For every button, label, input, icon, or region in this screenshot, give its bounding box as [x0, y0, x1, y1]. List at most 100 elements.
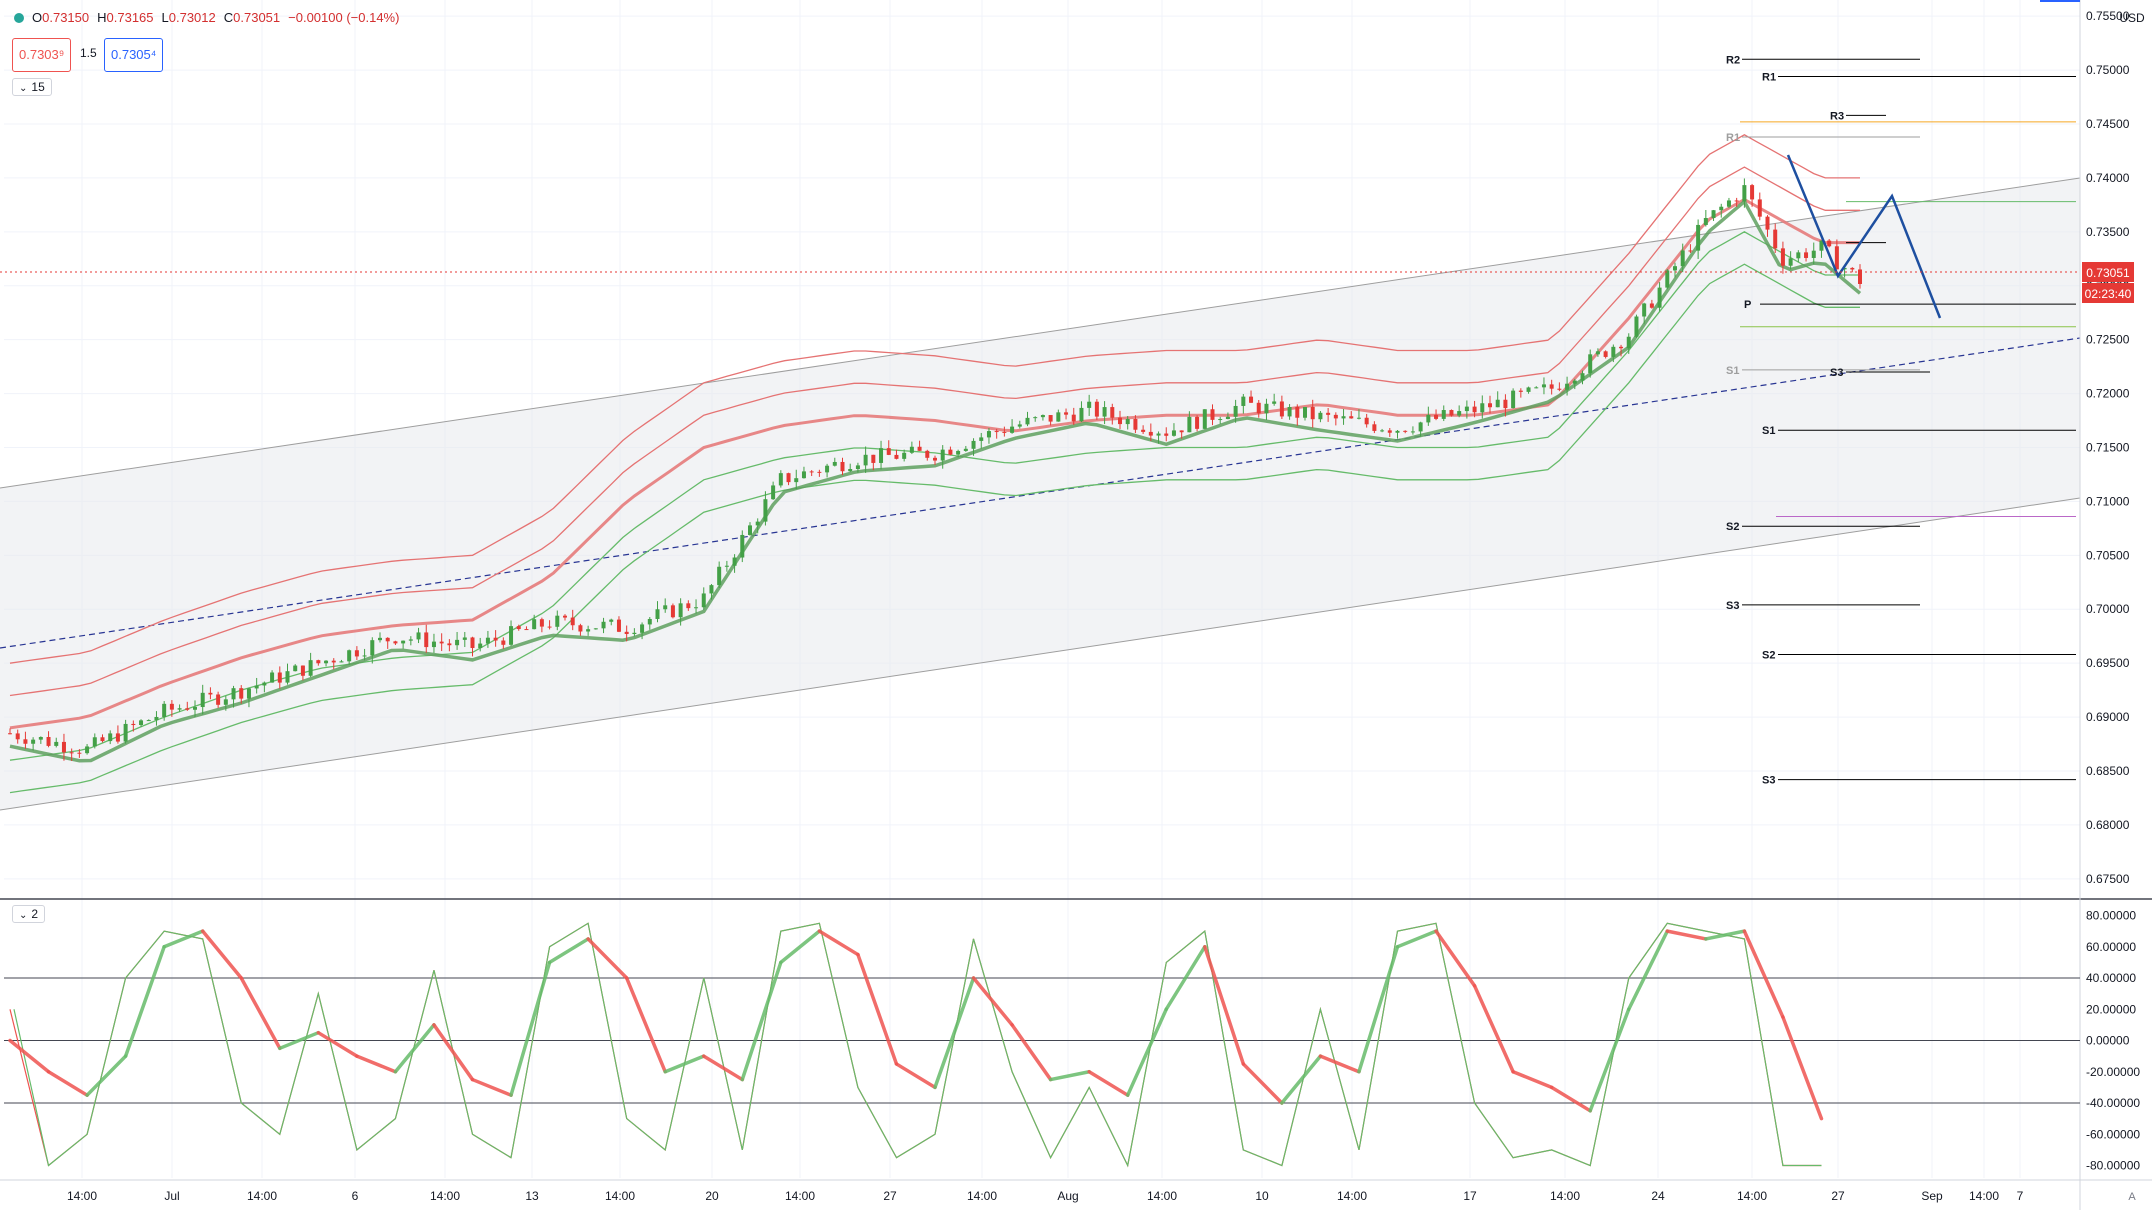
oscillator-main-line: [393, 1023, 436, 1074]
candle-body: [262, 682, 267, 686]
oscillator-main-line: [1357, 945, 1400, 1074]
oscillator-main-line: [1048, 1070, 1091, 1082]
candle-body: [1665, 270, 1670, 288]
ohlc-legend: O0.73150 H0.73165 L0.73012 C0.73051 −0.0…: [14, 10, 399, 25]
price-axis[interactable]: 0.755000.750000.745000.740000.735000.730…: [2086, 9, 2130, 886]
indicators-toggle-oscillator[interactable]: ⌄ 2: [12, 905, 46, 923]
candle-body: [801, 471, 806, 479]
candle-body: [555, 615, 560, 627]
chart-canvas[interactable]: R2R1R3R1PS1 S3S1S2S3S2S3 0.755000.750000.…: [0, 0, 2152, 1210]
candle-body: [724, 565, 729, 567]
oscillator-axis[interactable]: 80.00000 60.00000 40.00000 20.00000 0.00000 -…: [2086, 909, 2140, 1173]
candle-body: [123, 723, 128, 742]
candle-body: [1010, 426, 1015, 433]
pivot-label: S3: [1830, 367, 1843, 379]
candle-body: [300, 665, 305, 676]
candle-body: [717, 566, 722, 586]
close-value: 0.73051: [233, 10, 281, 25]
candle-body: [840, 461, 845, 472]
time-tick-label: Aug: [1057, 1189, 1078, 1203]
time-axis[interactable]: 14:00 Jul 14:00 6 14:00 13 14:00 20 14:00 27 14:00…: [67, 1189, 2024, 1203]
price-tick-label: 0.68000: [2086, 818, 2130, 832]
oscillator-main-line: [200, 929, 243, 980]
candle-body: [1364, 417, 1369, 425]
candle-body: [1079, 407, 1084, 422]
candle-body: [1395, 430, 1400, 433]
time-tick-label: 14:00: [1147, 1189, 1177, 1203]
candle-body: [509, 626, 514, 645]
oscillator-main-line: [1665, 929, 1708, 941]
candle-body: [1272, 401, 1277, 404]
oscillator-main-line: [740, 960, 783, 1082]
candle-body: [1064, 412, 1069, 415]
candle-body: [324, 660, 329, 664]
candle-body: [1056, 412, 1061, 422]
candle-body: [586, 629, 591, 632]
price-tick-label: 0.69500: [2086, 656, 2130, 670]
oscillator-tick-label: -20.00000: [2086, 1065, 2140, 1079]
candle-body: [92, 737, 97, 747]
candle-body: [316, 660, 321, 664]
candle-body: [755, 521, 760, 526]
candle-body: [1295, 407, 1300, 418]
candle-body: [1071, 414, 1076, 422]
candle-body: [1626, 336, 1631, 349]
candle-body: [1750, 185, 1755, 200]
buy-button[interactable]: 0.7305⁴: [104, 38, 164, 72]
candle-body: [1557, 388, 1562, 390]
candle-body: [370, 640, 375, 656]
candle-body: [470, 637, 475, 649]
candle-body: [131, 723, 136, 726]
candle-body: [1426, 414, 1431, 423]
price-tick-label: 0.72500: [2086, 333, 2130, 347]
candle-body: [1649, 303, 1654, 308]
candle-body: [378, 637, 382, 641]
candle-body: [616, 619, 621, 632]
oscillator-main-line: [8, 1038, 51, 1074]
candle-body: [1742, 185, 1747, 202]
candle-body: [1156, 433, 1161, 436]
candle-body: [601, 621, 606, 629]
candle-body: [1757, 199, 1762, 217]
candle-body: [686, 603, 691, 609]
price-tick-label: 0.70500: [2086, 548, 2130, 562]
candle-body: [1518, 390, 1523, 392]
candle-body: [825, 465, 830, 473]
time-tick-label: Sep: [1921, 1189, 1943, 1203]
auto-scale-icon[interactable]: A: [2128, 1191, 2136, 1203]
candle-body: [1164, 433, 1169, 436]
candle-body: [239, 688, 244, 699]
sell-button[interactable]: 0.7303⁹: [12, 38, 72, 72]
candle-body: [940, 449, 945, 461]
candle-body: [817, 471, 822, 473]
candle-body: [100, 737, 105, 742]
candle-body: [1711, 210, 1716, 219]
time-tick-label: 14:00: [967, 1189, 997, 1203]
last-price-tag: 0.73051: [2086, 266, 2130, 280]
candle-body: [956, 450, 961, 455]
candle-body: [1480, 403, 1485, 413]
indicators-toggle-main[interactable]: ⌄ 15: [12, 78, 52, 96]
oscillator-main-line: [470, 1077, 513, 1097]
candle-body: [246, 688, 251, 699]
candle-body: [447, 643, 452, 646]
candle-body: [570, 617, 575, 626]
candle-body: [1303, 406, 1307, 418]
time-tick-label: 14:00: [1737, 1189, 1767, 1203]
candle-body: [871, 454, 876, 463]
candle-body: [1434, 414, 1439, 419]
candle-body: [354, 650, 359, 657]
time-tick-label: 27: [1831, 1189, 1845, 1203]
candle-body: [1511, 390, 1516, 409]
candle-body: [771, 485, 776, 500]
time-tick-label: 10: [1255, 1189, 1269, 1203]
oscillator-main-line: [162, 929, 205, 949]
candle-body: [1418, 422, 1423, 432]
pivot-label: S2: [1762, 650, 1775, 662]
oscillator-main-line: [85, 1054, 128, 1097]
candle-body: [1171, 430, 1176, 436]
candle-body: [678, 603, 683, 618]
candle-body: [15, 733, 20, 740]
candle-body: [85, 746, 90, 754]
candle-body: [832, 461, 837, 466]
